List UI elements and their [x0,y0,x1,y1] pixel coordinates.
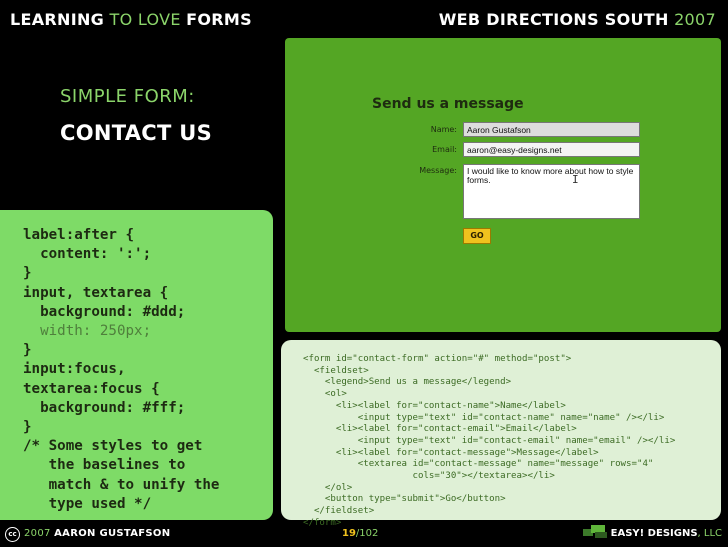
footer-author: 2007 AARON GUSTAFSON [24,528,170,539]
css-code-line: textarea:focus { [23,380,160,397]
css-code-line: label:after { [23,227,135,243]
name-field[interactable]: Aaron Gustafson [463,122,640,137]
footer-year: 2007 [24,528,51,539]
html-code-line: <li><label for="contact-name">Name</labe… [303,400,566,411]
css-code-line: input, textarea { [23,284,169,301]
form-demo-screenshot: Send us a message Name: Aaron Gustafson … [285,38,721,332]
name-label: Name: [430,125,457,134]
presentation-title: LEARNING TO LOVE FORMS [10,10,252,29]
slide-subtitle: SIMPLE FORM: [60,86,195,107]
html-code-block: <form id="contact-form" action="#" metho… [303,354,675,530]
slide-title: CONTACT US [60,121,213,145]
html-code-line: <input type="text" id="contact-email" na… [303,435,676,446]
easy-designs-logo-icon [583,525,607,538]
css-code-line: input:focus, [23,361,126,378]
html-code-line: <li><label for="contact-message">Message… [303,447,599,458]
html-code-line: <button type="submit">Go</button> [303,494,506,505]
css-code-line: match & to unify the [23,476,220,493]
css-code-line: the baselines to [23,457,186,474]
css-code-line: } [23,342,32,359]
footer: cc 2007 AARON GUSTAFSON 19/102 EASY! DES… [0,525,728,547]
html-code-line: <textarea id="contact-message" name="mes… [303,459,654,470]
title-words-to-love: TO LOVE [104,10,187,29]
title-word-learning: LEARNING [10,10,105,29]
css-code-block: label:after { content: ':'; } input, tex… [23,226,219,514]
company-name: EASY! DESIGNS [610,528,698,539]
html-code-line: </fieldset> [303,506,375,517]
css-code-line: width: 250px; [23,323,152,340]
css-code-line: background: #fff; [23,399,186,416]
css-code-line: } [23,265,32,282]
html-code-line: <input type="text" id="contact-name" nam… [303,412,665,423]
css-code-line: content: ':'; [23,246,152,263]
html-code-line: cols="30"></textarea></li> [303,471,555,482]
page-total: /102 [355,528,379,539]
footer-author-name: AARON GUSTAFSON [54,528,171,539]
html-code-line: <ol> [303,389,347,400]
text-cursor-icon: I [572,173,579,186]
title-word-forms: FORMS [186,10,252,29]
html-code-line: <li><label for="contact-email">Email</la… [303,424,577,435]
creative-commons-icon: cc [5,527,20,542]
message-textarea[interactable]: I would like to know more about how to s… [463,164,640,219]
html-code-line: <fieldset> [303,365,369,376]
css-code-line: /* Some styles to get [23,438,203,455]
css-code-line: type used */ [23,495,152,512]
company-suffix: , LLC [697,528,722,539]
html-code-line: <legend>Send us a message</legend> [303,377,512,388]
html-code-panel: <form id="contact-form" action="#" metho… [281,340,721,528]
message-label: Message: [419,166,457,175]
event-year: 2007 [668,10,716,29]
css-code-panel: label:after { content: ':'; } input, tex… [0,210,273,520]
event-name: WEB DIRECTIONS SOUTH [438,10,669,29]
html-code-line: </ol> [303,482,353,493]
page-current: 19 [342,528,356,539]
css-code-line: background: #ddd; [23,303,186,320]
go-button[interactable]: GO [463,228,491,244]
page-counter: 19/102 [342,528,378,539]
footer-company: EASY! DESIGNS, LLC [611,528,722,539]
form-legend: Send us a message [372,96,524,112]
html-code-line: <form id="contact-form" action="#" metho… [303,354,572,364]
event-title: WEB DIRECTIONS SOUTH 2007 [439,10,716,29]
css-code-line: } [23,419,32,436]
email-label: Email: [432,145,457,154]
email-field[interactable]: aaron@easy-designs.net [463,142,640,157]
